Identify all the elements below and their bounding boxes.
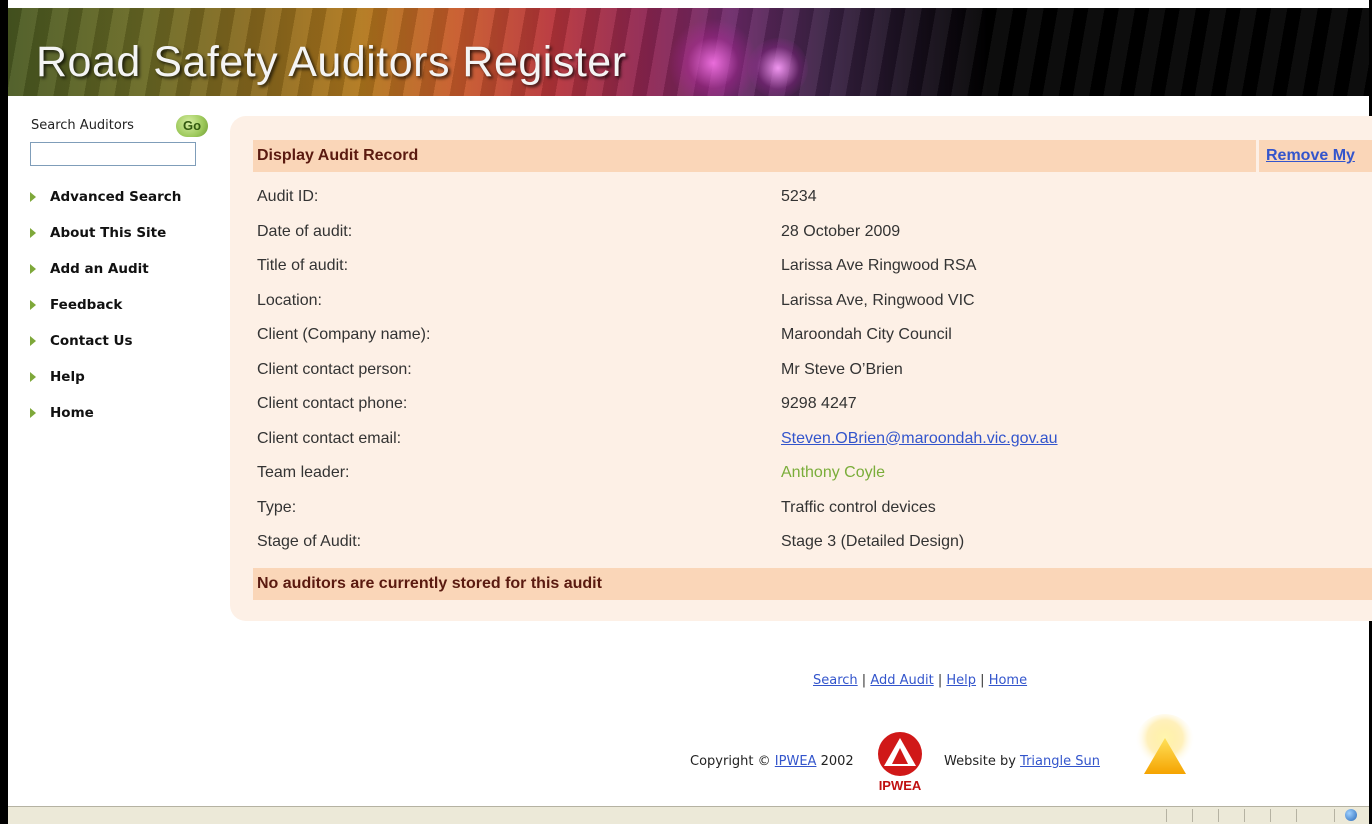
field-type: Type: Traffic control devices [257, 498, 936, 516]
arrow-right-icon [30, 336, 36, 346]
arrow-right-icon [30, 300, 36, 310]
arrow-right-icon [30, 408, 36, 418]
arrow-right-icon [30, 264, 36, 274]
ipwea-logo-text: IPWEA [879, 778, 922, 793]
internet-zone-icon [1345, 809, 1357, 821]
sidebar-nav: Advanced Search About This Site Add an A… [30, 189, 181, 441]
footer-link-help[interactable]: Help [946, 673, 976, 688]
sidebar-item-feedback[interactable]: Feedback [30, 297, 181, 333]
search-input[interactable] [30, 142, 196, 166]
field-contact-phone: Client contact phone: 9298 4247 [257, 395, 857, 412]
triangle-sun-logo [1135, 714, 1195, 774]
no-auditors-bar: No auditors are currently stored for thi… [253, 568, 1372, 600]
window-frame-left [0, 0, 8, 823]
arrow-right-icon [30, 192, 36, 202]
sidebar-item-about[interactable]: About This Site [30, 225, 181, 261]
field-stage: Stage of Audit: Stage 3 (Detailed Design) [257, 533, 965, 550]
ipwea-link[interactable]: IPWEA [775, 754, 817, 769]
field-date: Date of audit: 28 October 2009 [257, 222, 901, 240]
record-fields: Audit ID: 5234 Date of audit: 28 October 2… [257, 188, 1357, 568]
page-content: Search Auditors Go Advanced Search About… [8, 96, 1372, 806]
remove-cell: Remove My [1259, 140, 1372, 172]
sidebar-item-help[interactable]: Help [30, 369, 181, 405]
triangle-sun-link[interactable]: Triangle Sun [1020, 754, 1100, 769]
sidebar-item-contact[interactable]: Contact Us [30, 333, 181, 369]
footer-link-add-audit[interactable]: Add Audit [870, 673, 933, 688]
arrow-right-icon [30, 228, 36, 238]
go-button[interactable]: Go [176, 115, 208, 137]
website-by: Website by Triangle Sun [944, 754, 1100, 769]
remove-link[interactable]: Remove My [1266, 147, 1355, 165]
site-title: Road Safety Auditors Register [36, 38, 627, 86]
search-label: Search Auditors [31, 118, 134, 133]
top-strip [8, 0, 1369, 8]
field-audit-id: Audit ID: 5234 [257, 188, 817, 205]
field-contact-email: Client contact email: Steven.OBrien@maroo… [257, 429, 1058, 448]
record-header: Display Audit Record [253, 140, 1256, 172]
field-team-leader: Team leader: Anthony Coyle [257, 464, 886, 482]
footer-link-search[interactable]: Search [813, 673, 858, 688]
sidebar-item-home[interactable]: Home [30, 405, 181, 441]
arrow-right-icon [30, 372, 36, 382]
field-title: Title of audit: Larissa Ave Ringwood RSA [257, 257, 977, 274]
sidebar-item-add-audit[interactable]: Add an Audit [30, 261, 181, 297]
field-location: Location: Larissa Ave, Ringwood VIC [257, 291, 975, 309]
copyright: Copyright © IPWEA 2002 [690, 754, 854, 769]
sidebar-item-advanced-search[interactable]: Advanced Search [30, 189, 181, 225]
ipwea-logo: IPWEA [878, 732, 922, 793]
footer-link-home[interactable]: Home [989, 673, 1027, 688]
status-bar [8, 806, 1369, 824]
site-banner: Road Safety Auditors Register [8, 8, 1369, 96]
team-leader-link[interactable]: Anthony Coyle [781, 464, 885, 482]
record-header-title: Display Audit Record [257, 147, 419, 164]
email-link[interactable]: Steven.OBrien@maroondah.vic.gov.au [781, 430, 1058, 448]
field-contact-person: Client contact person: Mr Steve O’Brien [257, 360, 903, 378]
no-auditors-message: No auditors are currently stored for thi… [257, 575, 602, 592]
footer-links: Search | Add Audit | Help | Home [813, 673, 1028, 688]
field-client: Client (Company name): Maroondah City Cou… [257, 326, 952, 343]
